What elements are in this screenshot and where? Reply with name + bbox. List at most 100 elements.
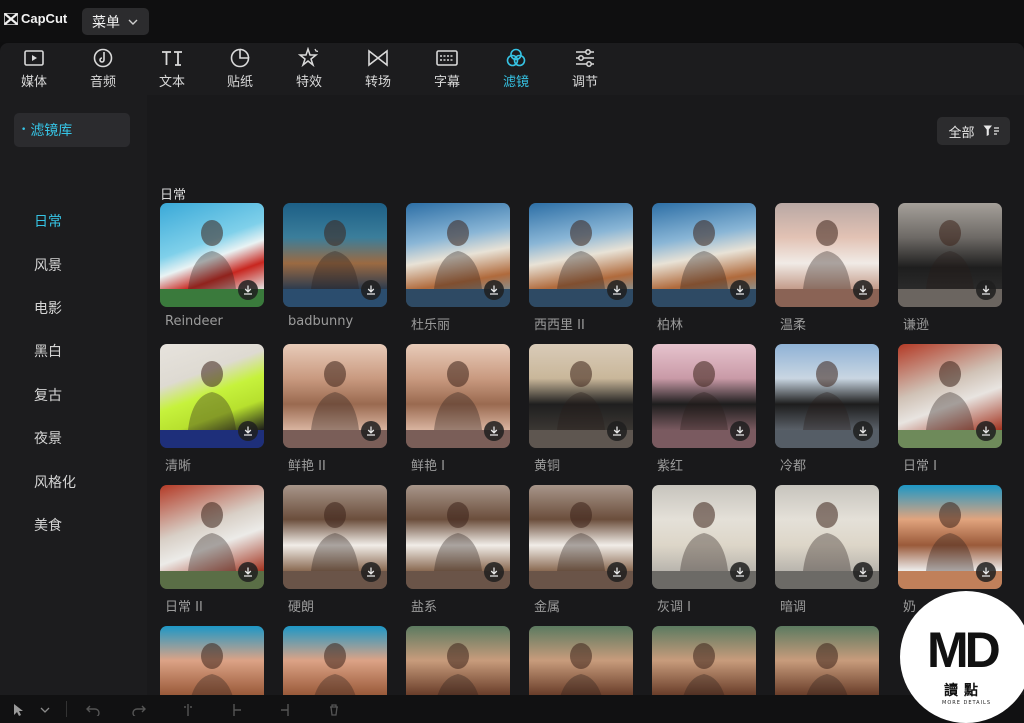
download-icon[interactable] xyxy=(976,280,996,300)
download-icon[interactable] xyxy=(976,562,996,582)
tab-adjust[interactable]: 调节 xyxy=(555,47,615,93)
download-icon[interactable] xyxy=(607,280,627,300)
sidebar-item[interactable]: 黑白 xyxy=(34,341,62,361)
portrait-figure xyxy=(434,502,482,571)
filter-card[interactable] xyxy=(406,344,510,448)
title-bar: CapCut 菜单 xyxy=(0,0,1024,42)
portrait-figure xyxy=(188,502,236,571)
split-icon[interactable] xyxy=(182,704,194,716)
filter-thumbnail xyxy=(775,626,879,695)
tab-media[interactable]: 媒体 xyxy=(4,47,64,93)
download-icon[interactable] xyxy=(238,280,258,300)
filter-thumbnail xyxy=(652,344,756,430)
redo-icon[interactable] xyxy=(132,704,146,716)
filter-card-label: 杜乐丽 xyxy=(411,318,451,333)
trim-left-icon[interactable] xyxy=(230,704,242,716)
sidebar-item[interactable]: 复古 xyxy=(34,385,62,405)
filter-card-label: Reindeer xyxy=(165,314,223,329)
tab-filters[interactable]: 滤镜 xyxy=(486,47,546,93)
filter-card[interactable] xyxy=(652,485,756,589)
download-icon[interactable] xyxy=(853,562,873,582)
filter-card[interactable] xyxy=(775,344,879,448)
download-icon[interactable] xyxy=(238,421,258,441)
portrait-figure xyxy=(803,502,851,571)
download-icon[interactable] xyxy=(484,562,504,582)
filter-card[interactable] xyxy=(406,485,510,589)
download-icon[interactable] xyxy=(361,562,381,582)
filter-card[interactable] xyxy=(652,344,756,448)
tab-label: 音频 xyxy=(89,75,116,90)
tab-sticker[interactable]: 贴纸 xyxy=(210,47,270,93)
filter-card-label: 柏林 xyxy=(657,318,684,333)
filter-card[interactable] xyxy=(529,203,633,307)
tab-audio[interactable]: 音频 xyxy=(73,47,133,93)
filter-card[interactable] xyxy=(283,485,387,589)
filter-card[interactable] xyxy=(775,203,879,307)
tab-text[interactable]: 文本 xyxy=(142,47,202,93)
tab-effects[interactable]: 特效 xyxy=(279,47,339,93)
portrait-figure xyxy=(926,220,974,289)
select-pointer-icon[interactable] xyxy=(12,703,26,717)
download-icon[interactable] xyxy=(238,562,258,582)
filter-card[interactable] xyxy=(652,203,756,307)
filter-card[interactable] xyxy=(160,344,264,448)
tab-transition[interactable]: 转场 xyxy=(348,47,408,93)
filter-all-button[interactable]: 全部 xyxy=(937,117,1010,145)
pointer-dropdown-icon[interactable] xyxy=(40,707,50,713)
filter-card-label: 暗调 xyxy=(780,600,807,615)
download-icon[interactable] xyxy=(361,421,381,441)
menu-button[interactable]: 菜单 xyxy=(82,8,149,35)
tab-label: 滤镜 xyxy=(502,75,529,90)
filter-card[interactable] xyxy=(775,485,879,589)
download-icon[interactable] xyxy=(361,280,381,300)
filter-thumbnail xyxy=(898,203,1002,289)
filter-thumbnail xyxy=(406,203,510,289)
filter-card[interactable] xyxy=(898,203,1002,307)
filter-card[interactable] xyxy=(652,626,756,695)
filter-card-label: 日常 I xyxy=(903,459,937,474)
download-icon[interactable] xyxy=(853,421,873,441)
filter-card[interactable] xyxy=(898,485,1002,589)
filter-card[interactable] xyxy=(406,626,510,695)
sidebar-item[interactable]: 夜景 xyxy=(34,428,62,448)
filter-card[interactable] xyxy=(529,344,633,448)
portrait-figure xyxy=(803,361,851,430)
filter-card[interactable] xyxy=(898,344,1002,448)
filter-card[interactable] xyxy=(283,344,387,448)
sidebar-item[interactable]: 风格化 xyxy=(34,472,76,492)
sidebar-item[interactable]: 日常 xyxy=(34,211,62,231)
sidebar-header-filter-library[interactable]: • 滤镜库 xyxy=(14,113,130,147)
filter-thumbnail xyxy=(529,344,633,430)
download-icon[interactable] xyxy=(730,280,750,300)
portrait-figure xyxy=(557,502,605,571)
tab-captions[interactable]: 字幕 xyxy=(417,47,477,93)
download-icon[interactable] xyxy=(484,280,504,300)
download-icon[interactable] xyxy=(484,421,504,441)
filter-card[interactable] xyxy=(160,203,264,307)
filter-card[interactable] xyxy=(406,203,510,307)
delete-icon[interactable] xyxy=(328,704,340,716)
audio-icon xyxy=(92,47,114,69)
sidebar-item[interactable]: 电影 xyxy=(34,298,62,318)
portrait-figure xyxy=(560,643,602,695)
portrait-figure xyxy=(188,361,236,430)
download-icon[interactable] xyxy=(607,562,627,582)
download-icon[interactable] xyxy=(607,421,627,441)
sidebar-item[interactable]: 风景 xyxy=(34,255,62,275)
filter-card[interactable] xyxy=(160,485,264,589)
download-icon[interactable] xyxy=(976,421,996,441)
download-icon[interactable] xyxy=(730,562,750,582)
tab-label: 字幕 xyxy=(433,75,460,90)
filter-card[interactable] xyxy=(283,626,387,695)
undo-icon[interactable] xyxy=(86,704,100,716)
sidebar-item[interactable]: 美食 xyxy=(34,515,62,535)
filter-card[interactable] xyxy=(529,485,633,589)
download-icon[interactable] xyxy=(730,421,750,441)
filter-card[interactable] xyxy=(529,626,633,695)
trim-right-icon[interactable] xyxy=(280,704,292,716)
filter-card[interactable] xyxy=(775,626,879,695)
download-icon[interactable] xyxy=(853,280,873,300)
filter-card[interactable] xyxy=(283,203,387,307)
filter-card[interactable] xyxy=(160,626,264,695)
filter-all-label: 全部 xyxy=(948,125,975,141)
